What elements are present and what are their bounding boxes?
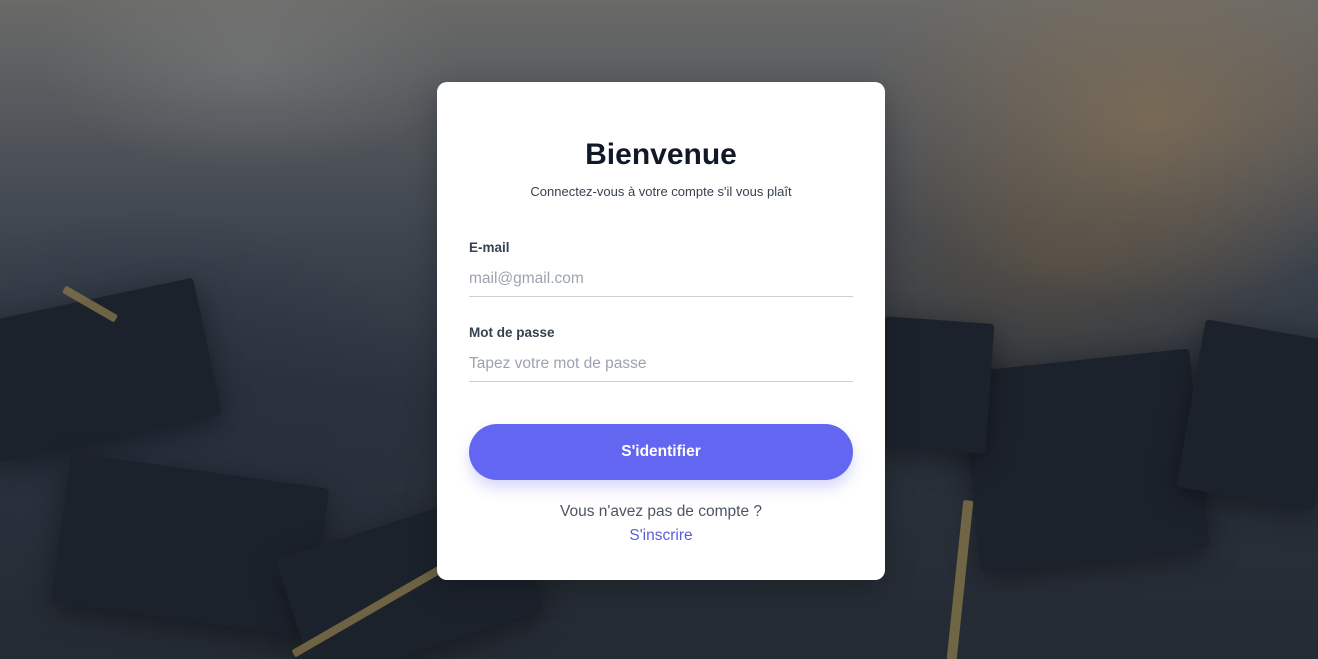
graduation-cap-shape [875,316,995,454]
login-button[interactable]: S'identifier [469,424,853,480]
login-card: Bienvenue Connectez-vous à votre compte … [437,82,885,580]
graduation-cap-shape [0,277,223,463]
page-subtitle: Connectez-vous à votre compte s'il vous … [530,184,792,199]
graduation-cap-shape [960,348,1210,572]
no-account-text: Vous n'avez pas de compte ? [559,503,762,520]
graduation-cap-shape [50,452,330,638]
graduation-cap-shape [1176,319,1318,511]
password-label: Mot de passe [469,325,555,340]
email-label: E-mail [469,240,510,255]
email-field[interactable] [469,262,853,297]
tassel-shape [946,499,974,659]
signup-link[interactable]: S'inscrire [437,527,885,545]
password-field[interactable] [469,347,853,382]
page-title: Bienvenue [585,138,737,171]
